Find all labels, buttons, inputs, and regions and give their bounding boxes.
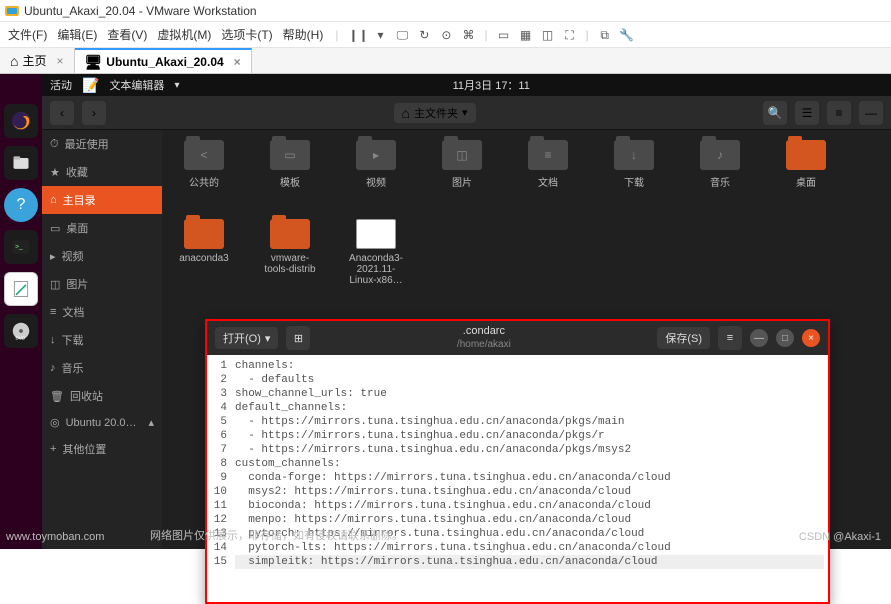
revert-icon[interactable]: ↻ (416, 27, 432, 43)
menu-view[interactable]: 查看(V) (107, 26, 147, 43)
sidebar-item-downloads[interactable]: ↓下载 (42, 326, 162, 354)
folder-item[interactable]: <公共的 (176, 140, 232, 189)
firefox-icon[interactable] (4, 104, 38, 138)
files-icon[interactable] (4, 146, 38, 180)
manage-icon[interactable]: ⌘ (460, 27, 476, 43)
help-icon[interactable]: ? (4, 188, 38, 222)
line-gutter: 123456789101112131415 (207, 355, 231, 602)
home-icon: ⌂ (402, 105, 410, 121)
close-icon[interactable]: × (234, 55, 241, 69)
sidebar-item-videos[interactable]: ▸视频 (42, 242, 162, 270)
back-button[interactable]: ‹ (50, 101, 74, 125)
forward-button[interactable]: › (82, 101, 106, 125)
vmware-icon (4, 3, 20, 19)
svg-text:DVD: DVD (16, 335, 26, 340)
texteditor-icon[interactable] (4, 272, 38, 306)
editor-titlebar[interactable]: 打开(O)▾ ⊞ .condarc /home/akaxi 保存(S) ≡ — … (207, 321, 828, 355)
open-button[interactable]: 打开(O)▾ (215, 327, 278, 349)
vmware-title-text: Ubuntu_Akaxi_20.04 - VMware Workstation (24, 4, 257, 18)
tab-home-label: 主页 (22, 52, 46, 69)
thumb-icon[interactable]: ▭ (496, 27, 512, 43)
sidebar-item-starred[interactable]: ★收藏 (42, 158, 162, 186)
fm-headerbar: ‹ › ⌂ 主文件夹 ▾ 🔍 ☰ ≡ — (42, 96, 891, 130)
folder-item[interactable]: Anaconda3-2021.11-Linux-x86… (348, 219, 404, 286)
pause-icon[interactable]: ❙❙ (350, 27, 366, 43)
view-button[interactable]: ☰ (795, 101, 819, 125)
folder-item[interactable]: ↓下载 (606, 140, 662, 189)
location-label: 主文件夹 (414, 105, 458, 121)
close-icon[interactable]: × (56, 54, 63, 68)
sidebar-item-desktop[interactable]: ▭桌面 (42, 214, 162, 242)
new-tab-button[interactable]: ⊞ (286, 326, 310, 350)
activities-button[interactable]: 活动 (50, 77, 72, 93)
sidebar-item-documents[interactable]: ≡文档 (42, 298, 162, 326)
chevron-down-icon: ▾ (174, 80, 179, 91)
dropdown-icon[interactable]: ▾ (372, 27, 388, 43)
app-name[interactable]: 文本编辑器 (109, 77, 164, 93)
snapshot2-icon[interactable]: ⊙ (438, 27, 454, 43)
snapshot-icon[interactable]: 🖵 (394, 27, 410, 43)
sidebar-item-recent[interactable]: ⏱最近使用 (42, 130, 162, 158)
ubuntu-dock: ? >_ DVD (0, 74, 42, 549)
menu-vm[interactable]: 虚拟机(M) (157, 26, 211, 43)
chevron-down-icon: ▾ (462, 106, 468, 119)
sidebar-item-disk[interactable]: ◎Ubuntu 20.0…▴ (42, 410, 162, 435)
search-button[interactable]: 🔍 (763, 101, 787, 125)
folder-item[interactable]: 桌面 (778, 140, 834, 189)
editor-title: .condarc /home/akaxi (457, 325, 511, 350)
sidebar-item-music[interactable]: ♪音乐 (42, 354, 162, 382)
sidebar-item-other[interactable]: +其他位置 (42, 435, 162, 463)
text-editor-window: 打开(O)▾ ⊞ .condarc /home/akaxi 保存(S) ≡ — … (205, 319, 830, 604)
code-area[interactable]: channels: - defaultsshow_channel_urls: t… (231, 355, 828, 602)
tab-ubuntu[interactable]: 🖥 Ubuntu_Akaxi_20.04 × (75, 48, 252, 73)
location-bar[interactable]: ⌂ 主文件夹 ▾ (394, 103, 476, 123)
svg-text:>_: >_ (15, 244, 23, 251)
ubuntu-topbar: 活动 📝 文本编辑器 ▾ 11月3日 17：11 (42, 74, 891, 96)
folder-item[interactable]: ▸视频 (348, 140, 404, 189)
folder-item[interactable]: vmware-tools-distrib (262, 219, 318, 286)
hamburger-button[interactable]: ≡ (718, 326, 742, 350)
monitor-icon: 🖥 (85, 54, 103, 70)
watermark-left: www.toymoban.com (6, 531, 104, 543)
sidebar-item-home[interactable]: ⌂主目录 (42, 186, 162, 214)
settings-icon[interactable]: 🔧 (619, 27, 635, 43)
minimize-button[interactable]: — (859, 101, 883, 125)
folder-item[interactable]: ◫图片 (434, 140, 490, 189)
editor-body[interactable]: 123456789101112131415 channels: - defaul… (207, 355, 828, 602)
menu-edit[interactable]: 编辑(E) (57, 26, 97, 43)
menu-file[interactable]: 文件(F) (8, 26, 47, 43)
sidebar-item-pictures[interactable]: ◫图片 (42, 270, 162, 298)
console-icon[interactable]: ⧉ (597, 27, 613, 43)
app-indicator-icon: 📝 (82, 77, 99, 93)
datetime[interactable]: 11月3日 17：11 (453, 77, 530, 93)
fm-sidebar: ⏱最近使用 ★收藏 ⌂主目录 ▭桌面 ▸视频 ◫图片 ≡文档 ↓下载 ♪音乐 🗑… (42, 130, 162, 549)
unity-icon[interactable]: ◫ (540, 27, 556, 43)
vmware-tabs: ⌂ 主页 × 🖥 Ubuntu_Akaxi_20.04 × (0, 48, 891, 74)
minimize-button[interactable]: — (750, 329, 768, 347)
save-button[interactable]: 保存(S) (657, 327, 710, 349)
folder-item[interactable]: ≡文档 (520, 140, 576, 189)
terminal-icon[interactable]: >_ (4, 230, 38, 264)
home-icon: ⌂ (10, 53, 18, 69)
multi-icon[interactable]: ▦ (518, 27, 534, 43)
fullscreen-icon[interactable]: ⛶ (562, 27, 578, 43)
menu-button[interactable]: ≡ (827, 101, 851, 125)
watermark-mid: 网络图片仅供展示，非存储，如有侵权请联系删除。 (150, 527, 403, 543)
ubuntu-guest: ? >_ DVD 活动 📝 文本编辑器 ▾ 11月3日 17：11 ‹ (0, 74, 891, 549)
maximize-button[interactable]: □ (776, 329, 794, 347)
watermark-right: CSDN @Akaxi-1 (799, 531, 881, 543)
close-button[interactable]: × (802, 329, 820, 347)
tab-ubuntu-label: Ubuntu_Akaxi_20.04 (106, 55, 223, 69)
vmware-titlebar: Ubuntu_Akaxi_20.04 - VMware Workstation (0, 0, 891, 22)
folder-item[interactable]: ▭模板 (262, 140, 318, 189)
tab-home[interactable]: ⌂ 主页 × (0, 48, 75, 73)
menu-help[interactable]: 帮助(H) (283, 26, 324, 43)
menu-tabs[interactable]: 选项卡(T) (221, 26, 272, 43)
vmware-menubar: 文件(F) 编辑(E) 查看(V) 虚拟机(M) 选项卡(T) 帮助(H) | … (0, 22, 891, 48)
folder-item[interactable]: ♪音乐 (692, 140, 748, 189)
disk-icon[interactable]: DVD (4, 314, 38, 348)
folder-item[interactable]: anaconda3 (176, 219, 232, 286)
sidebar-item-trash[interactable]: 🗑回收站 (42, 382, 162, 410)
